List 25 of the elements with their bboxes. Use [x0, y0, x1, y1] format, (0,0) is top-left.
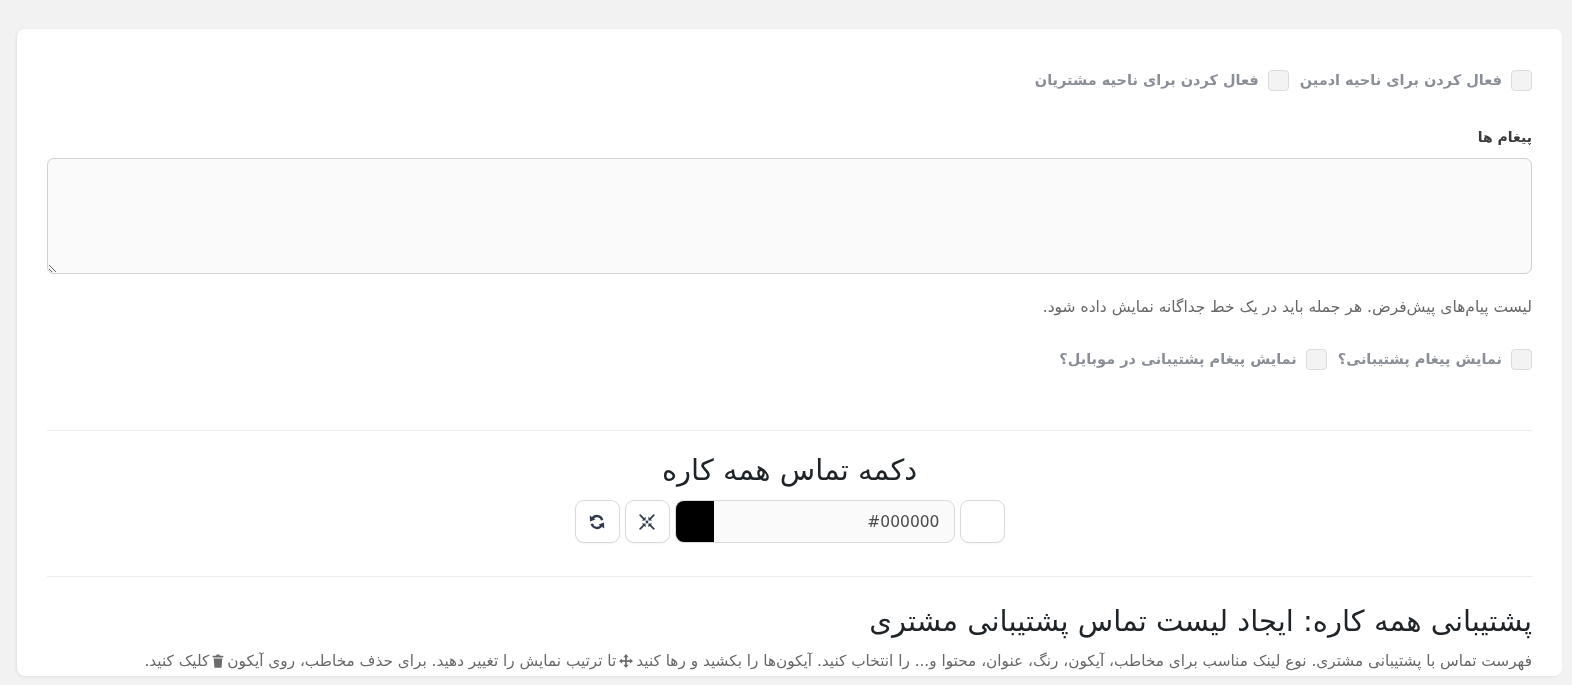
checkbox-label[interactable]: فعال کردن برای ناحیه ادمین	[1299, 69, 1502, 91]
description-text: کلیک کنید.	[144, 652, 210, 670]
checkbox[interactable]	[1511, 348, 1532, 370]
messages-textarea[interactable]	[47, 158, 1532, 274]
description-text: فهرست تماس با پشتیبانی مشتری. نوع لینک مناسب برای مخاطب، آیکون، رنگ، عنوان، محتوا و... را انتخاب کنید. آیکون‌ها را بکشید و رها کنید	[636, 652, 1532, 670]
compress-button[interactable]	[624, 500, 670, 543]
checkbox[interactable]	[1511, 69, 1532, 91]
checkbox[interactable]	[1305, 348, 1327, 370]
blank-button[interactable]	[959, 500, 1005, 543]
section-heading: پشتیبانی همه کاره: ایجاد لیست تماس پشتیبانی مشتری	[868, 603, 1532, 641]
refresh-button[interactable]	[574, 500, 620, 543]
field-label: پیغام ها	[1476, 128, 1532, 147]
checkbox[interactable]	[1267, 69, 1289, 91]
color-swatch-icon[interactable]	[675, 501, 714, 542]
trash-icon	[212, 654, 225, 668]
refresh-icon	[589, 513, 605, 530]
checkbox-label[interactable]: نمایش پیغام پشتیبانی در موبایل؟	[1059, 348, 1297, 370]
section-heading: دکمه تماس همه کاره	[660, 452, 919, 488]
compress-icon	[639, 513, 655, 530]
help-text: لیست پیام‌های پیش‌فرض. هر جمله باید در یک خط جداگانه نمایش داده شود.	[1041, 297, 1532, 317]
move-icon	[619, 654, 634, 668]
checkbox-label[interactable]: نمایش پیغام پشتیبانی؟	[1337, 348, 1502, 370]
color-field[interactable]: #000000	[674, 500, 955, 543]
checkbox-label[interactable]: فعال کردن برای ناحیه مشتریان	[1034, 69, 1259, 91]
description-text: تا ترتیب نمایش را تغییر دهید. برای حذف مخاطب، روی آیکون	[227, 652, 617, 670]
